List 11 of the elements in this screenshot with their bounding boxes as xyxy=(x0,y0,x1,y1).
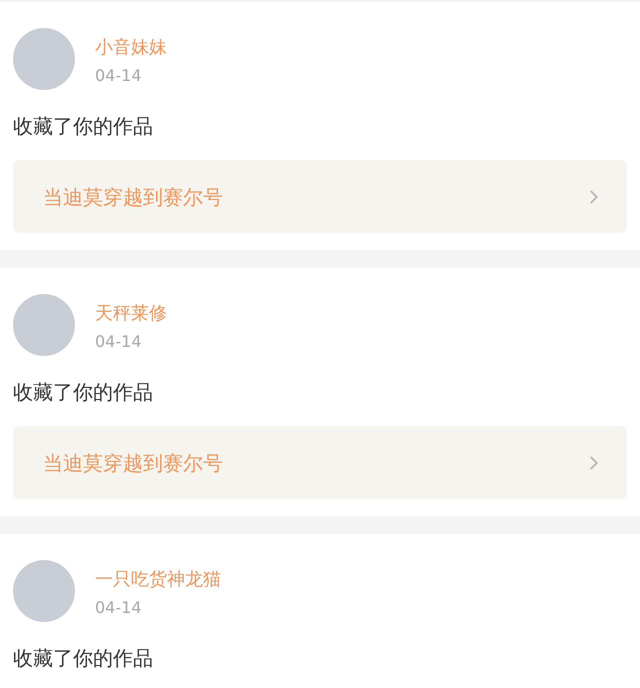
user-name[interactable]: 一只吃货神龙猫 xyxy=(95,568,221,592)
user-name[interactable]: 小音妹妹 xyxy=(95,36,167,60)
work-link[interactable]: 当迪莫穿越到赛尔号 xyxy=(13,426,627,499)
action-text: 收藏了你的作品 xyxy=(13,113,154,140)
work-link[interactable]: 当迪莫穿越到赛尔号 xyxy=(13,160,627,233)
date: 04-14 xyxy=(95,332,142,352)
date: 04-14 xyxy=(95,598,142,618)
action-text: 收藏了你的作品 xyxy=(13,379,154,406)
action-text: 收藏了你的作品 xyxy=(13,645,154,672)
user-name[interactable]: 天秤莱修 xyxy=(95,302,167,326)
date: 04-14 xyxy=(95,66,142,86)
